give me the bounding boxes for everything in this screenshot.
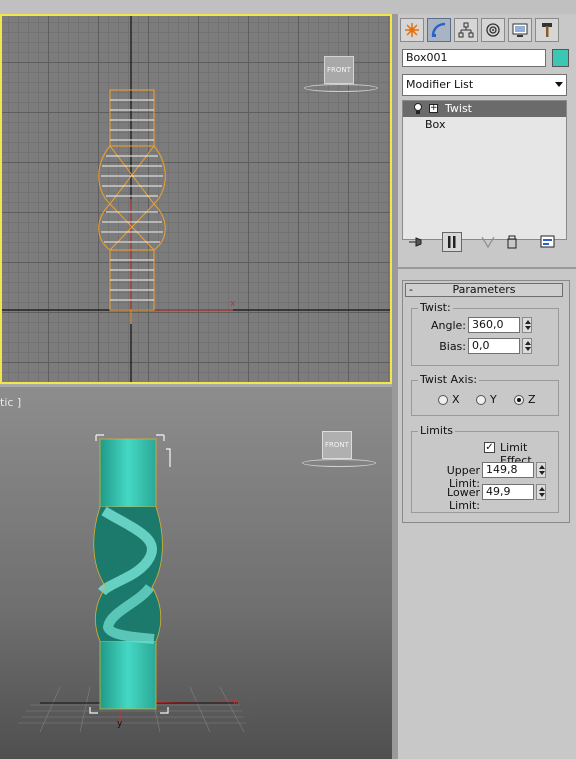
rollout-title: Parameters xyxy=(452,283,516,296)
object-name-field[interactable]: Box001 xyxy=(402,49,546,67)
stack-item-box[interactable]: Box xyxy=(403,117,566,133)
angle-label: Angle: xyxy=(430,319,466,332)
top-strip xyxy=(0,0,576,14)
motion-icon xyxy=(486,23,500,37)
axis-x-radio[interactable] xyxy=(438,395,448,405)
axis-x-label: x xyxy=(230,299,236,309)
modify-icon xyxy=(431,22,446,37)
trash-icon xyxy=(507,235,517,249)
axis-y-label: Y xyxy=(490,393,497,406)
hierarchy-icon xyxy=(458,22,474,38)
command-panel: Box001 Modifier List + Twist Box - Param… xyxy=(398,14,576,759)
pin-icon xyxy=(409,237,422,247)
collapse-icon: - xyxy=(409,283,413,296)
panel-divider xyxy=(398,267,576,269)
configure-icon xyxy=(540,235,555,248)
stack-item-label: Box xyxy=(425,118,446,131)
pin-stack-button[interactable] xyxy=(406,232,426,252)
twist-group: Twist: Angle: 360,0 Bias: 0,0 xyxy=(411,301,559,366)
show-end-result-button[interactable] xyxy=(442,232,462,252)
twist-group-title: Twist: xyxy=(418,301,453,314)
modify-tab[interactable] xyxy=(427,18,451,42)
twist-axis-group-title: Twist Axis: xyxy=(418,373,480,386)
remove-modifier-button[interactable] xyxy=(502,232,522,252)
persp-axis-x-label: x xyxy=(233,697,239,707)
viewcube-face-label[interactable]: FRONT xyxy=(324,56,354,84)
persp-viewcube-face-label[interactable]: FRONT xyxy=(322,431,352,459)
lower-limit-spinner[interactable] xyxy=(536,484,546,500)
command-panel-tabs xyxy=(398,18,576,44)
bias-label: Bias: xyxy=(439,340,466,353)
parameters-rollout: - Parameters Twist: Angle: 360,0 Bias: 0… xyxy=(402,280,570,523)
axis-y-radio[interactable] xyxy=(476,395,486,405)
hierarchy-tab[interactable] xyxy=(454,18,478,42)
stack-item-twist[interactable]: + Twist xyxy=(403,101,566,117)
stack-item-label: Twist xyxy=(445,102,472,115)
create-icon xyxy=(405,23,419,37)
chevron-down-icon xyxy=(555,82,563,87)
limits-group: Limits ✓ Limit Effect Upper Limit: 149,8… xyxy=(411,424,559,513)
make-unique-icon xyxy=(481,236,495,249)
perspective-viewport[interactable]: tic ] x y FRONT xyxy=(0,384,392,759)
modifier-list-dropdown[interactable]: Modifier List xyxy=(402,74,567,96)
bias-spinner[interactable] xyxy=(522,338,532,354)
limit-effect-checkbox[interactable]: ✓ xyxy=(484,442,495,453)
angle-input[interactable]: 360,0 xyxy=(468,317,520,333)
lower-limit-input[interactable]: 49,9 xyxy=(482,484,534,500)
create-tab[interactable] xyxy=(400,18,424,42)
upper-limit-input[interactable]: 149,8 xyxy=(482,462,534,478)
viewcube[interactable]: FRONT xyxy=(304,56,378,96)
motion-tab[interactable] xyxy=(481,18,505,42)
end-result-icon xyxy=(448,236,456,248)
axis-z-radio[interactable] xyxy=(514,395,524,405)
stack-toolbar xyxy=(402,230,572,256)
display-tab[interactable] xyxy=(508,18,532,42)
limits-group-title: Limits xyxy=(418,424,455,437)
angle-spinner[interactable] xyxy=(522,317,532,333)
configure-modifier-sets-button[interactable] xyxy=(538,232,558,252)
make-unique-button[interactable] xyxy=(478,232,498,252)
parameters-rollout-header[interactable]: - Parameters xyxy=(405,283,563,297)
twist-axis-group: Twist Axis: X Y Z xyxy=(411,373,559,416)
object-color-swatch[interactable] xyxy=(552,49,569,67)
lower-limit-label: Lower Limit: xyxy=(447,486,480,512)
front-viewport[interactable]: x FRONT xyxy=(0,14,392,384)
modifier-stack: + Twist Box xyxy=(402,100,567,240)
expand-plus-icon[interactable]: + xyxy=(429,104,438,113)
modifier-list-label: Modifier List xyxy=(406,78,474,91)
display-icon xyxy=(512,23,528,37)
axis-z-label: Z xyxy=(528,393,536,406)
persp-axis-y-label: y xyxy=(117,719,123,729)
utilities-tab[interactable] xyxy=(535,18,559,42)
utilities-icon xyxy=(542,23,552,37)
upper-limit-spinner[interactable] xyxy=(536,462,546,478)
axis-x-label: X xyxy=(452,393,460,406)
bias-input[interactable]: 0,0 xyxy=(468,338,520,354)
lightbulb-icon[interactable] xyxy=(413,103,423,115)
persp-viewcube[interactable]: FRONT xyxy=(302,429,376,469)
